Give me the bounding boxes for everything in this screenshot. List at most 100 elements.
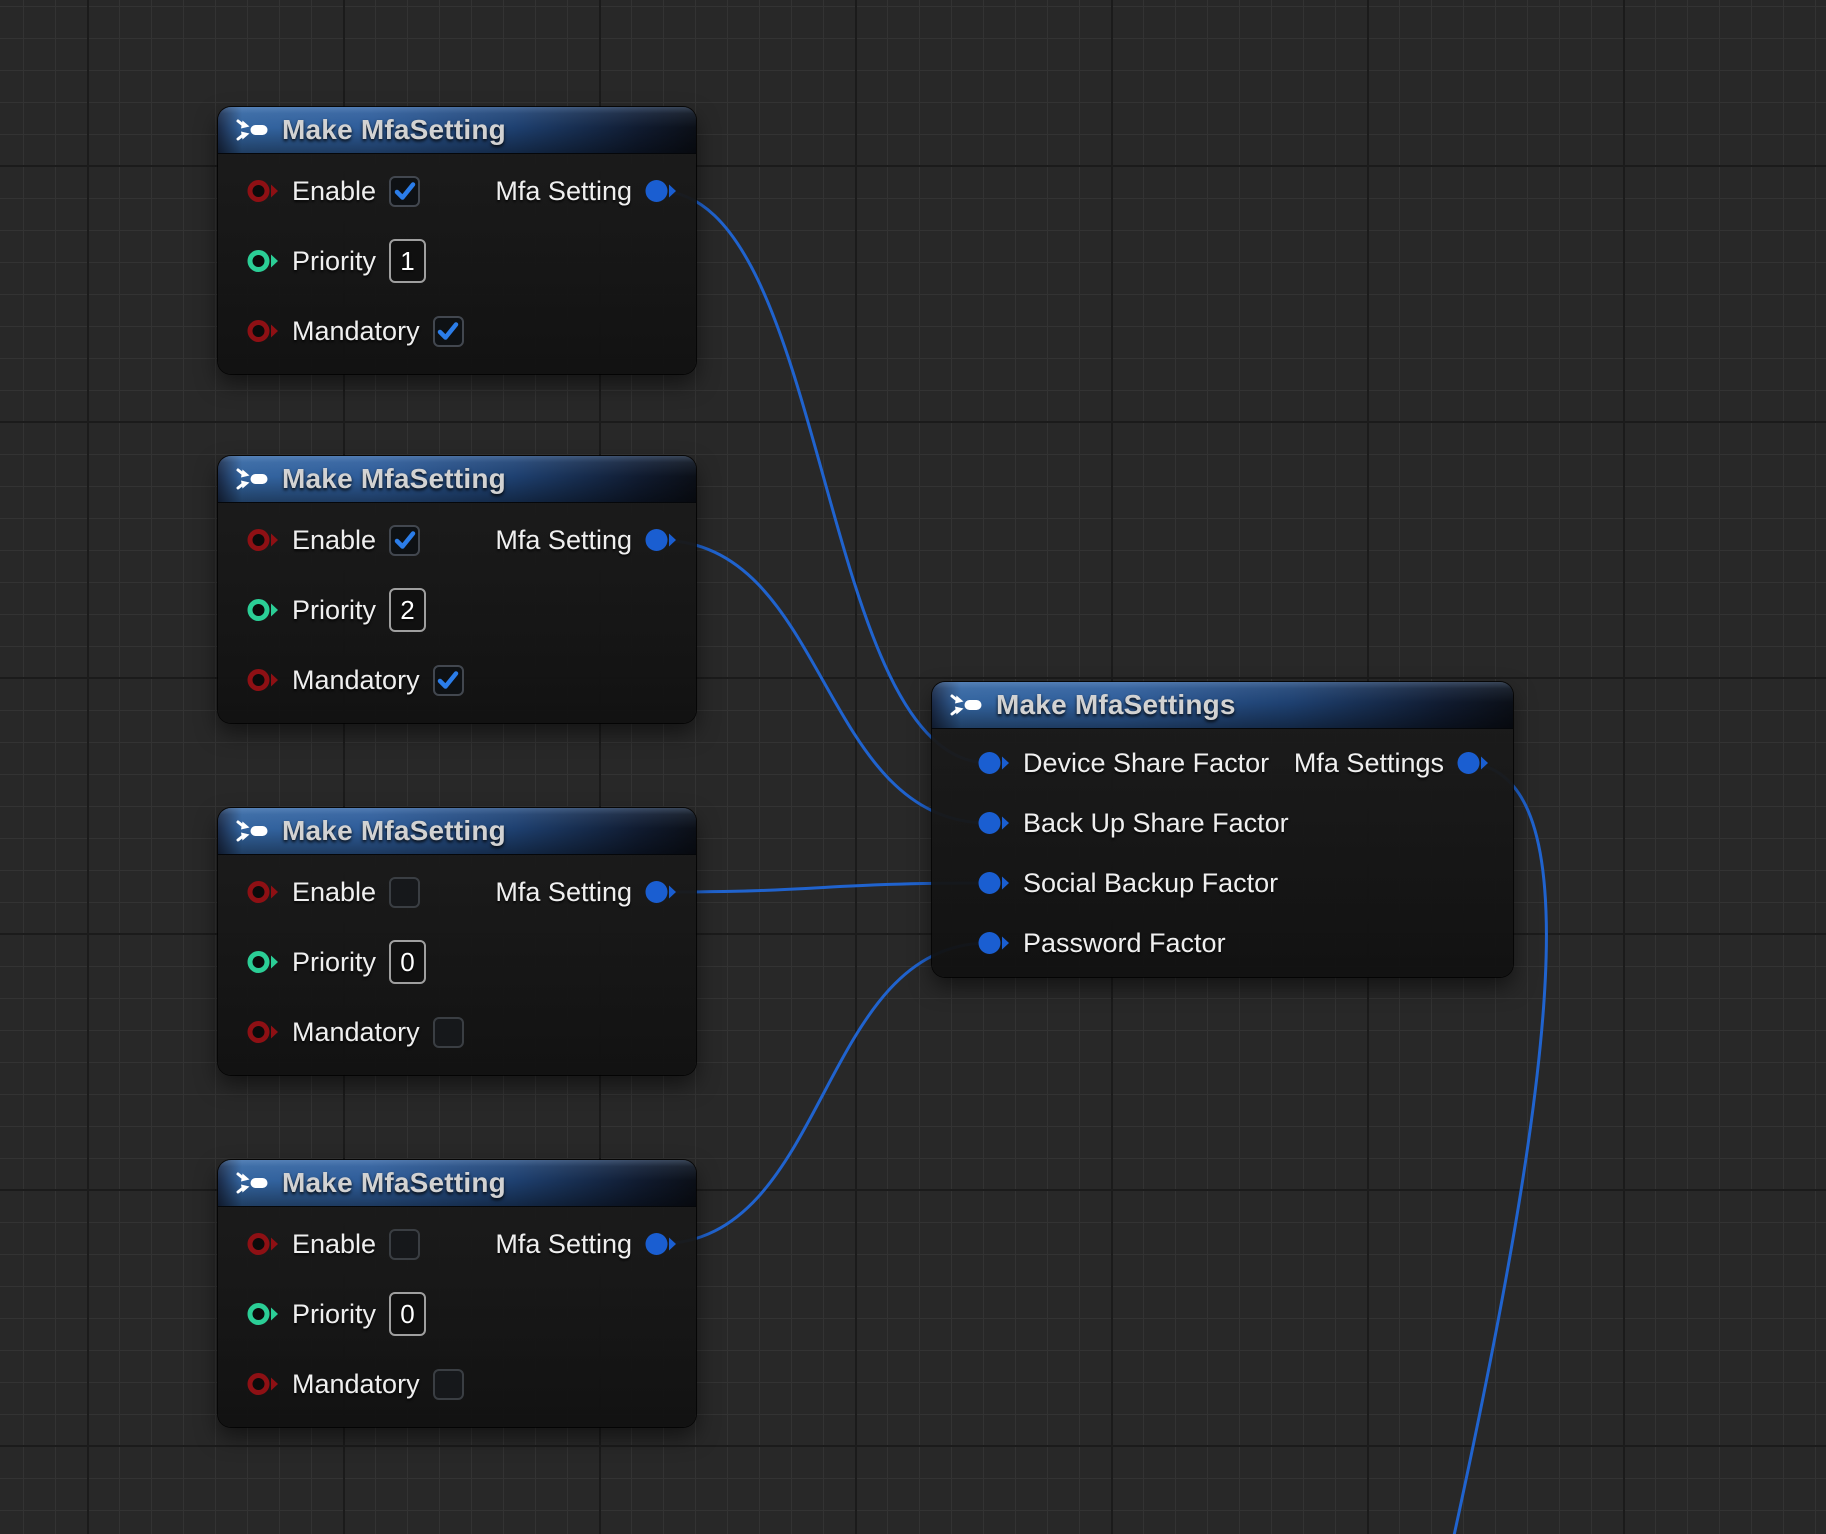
input-pin-label: Mandatory	[292, 665, 420, 696]
output-pin-label: Mfa Setting	[495, 1229, 632, 1260]
input-row: Back Up Share Factor	[978, 800, 1289, 846]
node-make-mfasetting-1[interactable]: Make MfaSetting Enable Priority 2 Mandato…	[218, 456, 696, 723]
priority-value-input[interactable]: 0	[389, 1292, 426, 1336]
node-header-drag-handle[interactable]: Make MfaSetting	[218, 107, 696, 154]
input-pin-label: Priority	[292, 947, 376, 978]
input-pin-label: Mandatory	[292, 1369, 420, 1400]
node-make-mfasetting-0[interactable]: Make MfaSetting Enable Priority 1 Mandato…	[218, 107, 696, 374]
input-pin-label: Enable	[292, 1229, 376, 1260]
mandatory-checkbox[interactable]	[433, 1017, 464, 1048]
input-pin-label: Mandatory	[292, 316, 420, 347]
node-title: Make MfaSetting	[282, 815, 506, 847]
output-pin-label: Mfa Setting	[495, 877, 632, 908]
input-row: Device Share Factor	[978, 740, 1269, 786]
check-icon	[436, 668, 460, 692]
input-pin-label: Priority	[292, 595, 376, 626]
check-icon	[393, 179, 417, 203]
check-icon	[436, 319, 460, 343]
enable-checkbox[interactable]	[389, 525, 420, 556]
make-struct-icon	[234, 1170, 270, 1196]
struct-output-pin[interactable]	[645, 178, 677, 204]
bool-input-pin[interactable]	[247, 879, 279, 905]
bool-input-pin[interactable]	[247, 178, 279, 204]
input-row: Priority 0	[247, 1291, 426, 1337]
output-row: Mfa Setting	[495, 1221, 677, 1267]
input-row: Mandatory	[247, 1361, 464, 1407]
input-row: Password Factor	[978, 920, 1226, 966]
priority-value-input[interactable]: 2	[389, 588, 426, 632]
make-struct-icon	[234, 818, 270, 844]
input-pin-label: Priority	[292, 246, 376, 277]
connection-wire[interactable]	[658, 943, 989, 1244]
output-pin-label: Mfa Setting	[495, 176, 632, 207]
mandatory-checkbox[interactable]	[433, 1369, 464, 1400]
bool-input-pin[interactable]	[247, 1371, 279, 1397]
priority-value-input[interactable]: 1	[389, 239, 426, 283]
input-row: Priority 2	[247, 587, 426, 633]
make-struct-icon	[948, 692, 984, 718]
input-pin-label: Social Backup Factor	[1023, 868, 1278, 899]
input-row: Enable	[247, 1221, 420, 1267]
bool-input-pin[interactable]	[247, 527, 279, 553]
bool-input-pin[interactable]	[247, 318, 279, 344]
input-pin-label: Enable	[292, 877, 376, 908]
struct-input-pin[interactable]	[978, 930, 1010, 956]
input-row: Mandatory	[247, 657, 464, 703]
bool-input-pin[interactable]	[247, 667, 279, 693]
input-row: Priority 0	[247, 939, 426, 985]
mandatory-checkbox[interactable]	[433, 316, 464, 347]
node-header-drag-handle[interactable]: Make MfaSetting	[218, 456, 696, 503]
node-title: Make MfaSetting	[282, 463, 506, 495]
node-title: Make MfaSetting	[282, 1167, 506, 1199]
struct-output-pin[interactable]	[645, 879, 677, 905]
input-pin-label: Password Factor	[1023, 928, 1226, 959]
input-pin-label: Device Share Factor	[1023, 748, 1269, 779]
struct-input-pin[interactable]	[978, 870, 1010, 896]
struct-output-pin[interactable]	[1457, 750, 1489, 776]
output-pin-label: Mfa Settings	[1294, 748, 1444, 779]
node-make-mfasetting-3[interactable]: Make MfaSetting Enable Priority 0 Mandato…	[218, 1160, 696, 1427]
input-row: Mandatory	[247, 308, 464, 354]
blueprint-graph-canvas[interactable]: Make MfaSetting Enable Priority 1 Mandato…	[0, 0, 1826, 1534]
struct-output-pin[interactable]	[645, 1231, 677, 1257]
bool-input-pin[interactable]	[247, 1019, 279, 1045]
node-header-drag-handle[interactable]: Make MfaSetting	[218, 808, 696, 855]
int-input-pin[interactable]	[247, 248, 279, 274]
node-make-mfasetting-2[interactable]: Make MfaSetting Enable Priority 0 Mandato…	[218, 808, 696, 1075]
node-title: Make MfaSettings	[996, 689, 1236, 721]
make-struct-icon	[234, 117, 270, 143]
enable-checkbox[interactable]	[389, 877, 420, 908]
input-row: Mandatory	[247, 1009, 464, 1055]
output-row: Mfa Setting	[495, 517, 677, 563]
struct-input-pin[interactable]	[978, 750, 1010, 776]
input-row: Enable	[247, 517, 420, 563]
output-row: Mfa Setting	[495, 168, 677, 214]
input-row: Social Backup Factor	[978, 860, 1278, 906]
mandatory-checkbox[interactable]	[433, 665, 464, 696]
input-row: Enable	[247, 168, 420, 214]
input-pin-label: Mandatory	[292, 1017, 420, 1048]
enable-checkbox[interactable]	[389, 1229, 420, 1260]
input-row: Priority 1	[247, 238, 426, 284]
input-row: Enable	[247, 869, 420, 915]
input-pin-label: Priority	[292, 1299, 376, 1330]
make-struct-icon	[234, 466, 270, 492]
int-input-pin[interactable]	[247, 597, 279, 623]
int-input-pin[interactable]	[247, 949, 279, 975]
enable-checkbox[interactable]	[389, 176, 420, 207]
int-input-pin[interactable]	[247, 1301, 279, 1327]
input-pin-label: Back Up Share Factor	[1023, 808, 1289, 839]
connection-wire[interactable]	[658, 191, 989, 763]
struct-output-pin[interactable]	[645, 527, 677, 553]
output-pin-label: Mfa Setting	[495, 525, 632, 556]
node-header-drag-handle[interactable]: Make MfaSettings	[932, 682, 1513, 729]
struct-input-pin[interactable]	[978, 810, 1010, 836]
priority-value-input[interactable]: 0	[389, 940, 426, 984]
bool-input-pin[interactable]	[247, 1231, 279, 1257]
node-make-mfasettings-4[interactable]: Make MfaSettings Device Share Factor Bac…	[932, 682, 1513, 977]
node-header-drag-handle[interactable]: Make MfaSetting	[218, 1160, 696, 1207]
output-row: Mfa Settings	[1294, 740, 1489, 786]
input-pin-label: Enable	[292, 525, 376, 556]
node-title: Make MfaSetting	[282, 114, 506, 146]
output-row: Mfa Setting	[495, 869, 677, 915]
